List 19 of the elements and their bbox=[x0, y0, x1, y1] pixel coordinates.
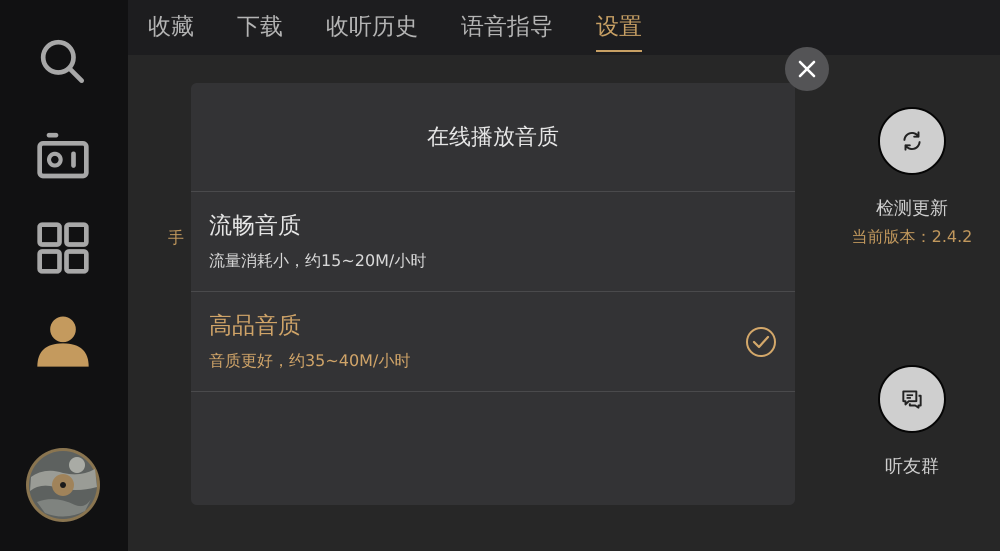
quality-option[interactable]: 高品音质 音质更好，约35~40M/小时 bbox=[191, 292, 795, 392]
version-text: 当前版本：2.4.2 bbox=[852, 227, 972, 248]
tab[interactable]: 语音指导 bbox=[461, 0, 553, 52]
quality-option[interactable]: 流畅音质 流量消耗小，约15~20M/小时 bbox=[191, 192, 795, 292]
tab[interactable]: 设置 bbox=[596, 0, 642, 52]
close-icon bbox=[797, 59, 817, 79]
setting-label: 手 bbox=[168, 228, 184, 247]
update-label[interactable]: 检测更新 bbox=[876, 197, 948, 221]
tab[interactable]: 收藏 bbox=[148, 0, 194, 52]
option-description: 流量消耗小，约15~20M/小时 bbox=[209, 251, 426, 272]
option-description: 音质更好，约35~40M/小时 bbox=[209, 351, 410, 372]
tab[interactable]: 下载 bbox=[237, 0, 283, 52]
check-icon bbox=[745, 326, 777, 358]
grid-icon[interactable] bbox=[35, 220, 91, 276]
dialog-title: 在线播放音质 bbox=[191, 83, 795, 192]
group-label[interactable]: 听友群 bbox=[885, 455, 939, 479]
option-title: 流畅音质 bbox=[209, 212, 302, 241]
tab[interactable]: 收听历史 bbox=[326, 0, 418, 52]
option-title: 高品音质 bbox=[209, 312, 302, 341]
